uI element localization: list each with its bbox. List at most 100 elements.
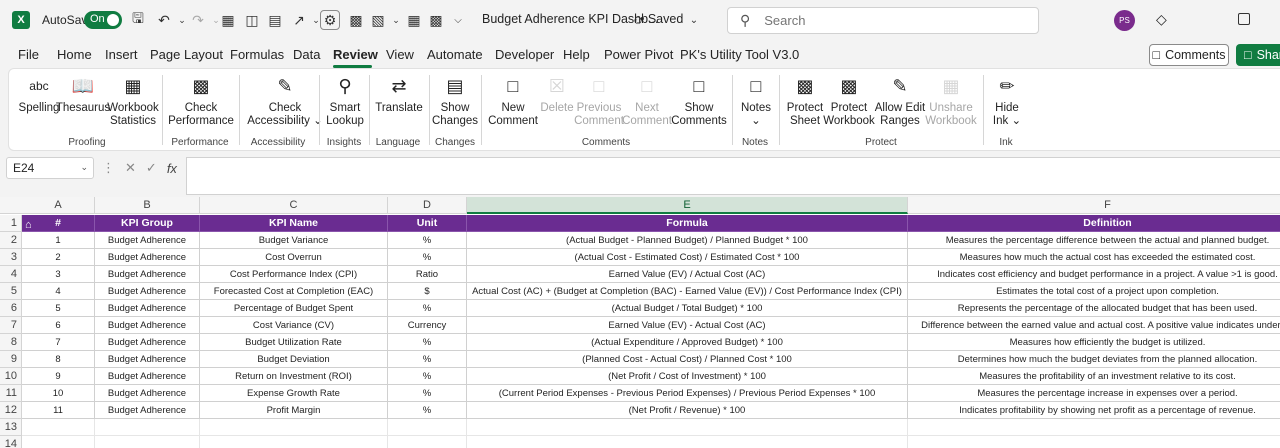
table-cell[interactable] [467, 419, 908, 436]
table-cell[interactable]: % [388, 249, 467, 266]
previous-comment-button[interactable]: □ Previous Comment [574, 73, 624, 128]
search-box[interactable]: ⚲ [727, 7, 1039, 34]
spelling-button[interactable]: abc Spelling [19, 73, 60, 115]
row-header[interactable]: 13 [0, 419, 22, 436]
hide-ink-button[interactable]: ✏ Hide Ink ⌄ [993, 73, 1021, 128]
table-cell[interactable]: 11 [22, 402, 95, 419]
table-cell[interactable]: Measures the percentage difference betwe… [908, 232, 1280, 249]
new-comment-button[interactable]: □ New Comment [488, 73, 538, 128]
table-cell[interactable]: Earned Value (EV) - Actual Cost (AC) [467, 317, 908, 334]
table-cell[interactable] [22, 419, 95, 436]
column-header-f[interactable]: F [908, 197, 1280, 214]
restore-window-icon[interactable] [1238, 13, 1250, 25]
table-cell[interactable]: (Actual Budget - Planned Budget) / Plann… [467, 232, 908, 249]
saved-status[interactable]: • Saved [640, 12, 683, 26]
table-cell[interactable]: Budget Adherence [95, 334, 200, 351]
show-changes-button[interactable]: ▤ Show Changes [432, 73, 478, 128]
calculator-dropdown-icon[interactable]: ⌄ [386, 10, 406, 30]
table-cell[interactable]: Measures how efficiently the budget is u… [908, 334, 1280, 351]
save-icon[interactable]: 🖫 [128, 10, 148, 30]
row-header[interactable]: 10 [0, 368, 22, 385]
table-cell[interactable] [908, 419, 1280, 436]
table-cell[interactable]: 9 [22, 368, 95, 385]
table-cell[interactable]: Budget Adherence [95, 266, 200, 283]
tab-review[interactable]: Review [333, 47, 378, 62]
tab-power-pivot[interactable]: Power Pivot [604, 47, 673, 62]
table-cell[interactable]: 2 [22, 249, 95, 266]
table-cell[interactable]: Budget Deviation [200, 351, 388, 368]
row-header[interactable]: 5 [0, 283, 22, 300]
tab-data[interactable]: Data [293, 47, 320, 62]
table-cell[interactable]: 5 [22, 300, 95, 317]
unshare-workbook-button[interactable]: ▦ Unshare Workbook [925, 73, 977, 128]
column-header-d[interactable]: D [388, 197, 467, 214]
table-cell[interactable]: (Net Profit / Revenue) * 100 [467, 402, 908, 419]
show-comments-button[interactable]: □ Show Comments [671, 73, 727, 128]
table-cell[interactable]: Budget Variance [200, 232, 388, 249]
table-cell[interactable]: Budget Adherence [95, 317, 200, 334]
name-box[interactable]: E24 ⌄ [6, 157, 94, 179]
table-cell[interactable]: (Current Period Expenses - Previous Peri… [467, 385, 908, 402]
table-cell[interactable]: 6 [22, 317, 95, 334]
tab-home[interactable]: Home [57, 47, 92, 62]
row-header[interactable]: 8 [0, 334, 22, 351]
table-cell[interactable]: Ratio [388, 266, 467, 283]
row-header[interactable]: 14 [0, 436, 22, 448]
pivot-icon[interactable]: ▩ [346, 10, 366, 30]
tab-file[interactable]: File [18, 47, 39, 62]
delete-comment-button[interactable]: ☒ Delete [540, 73, 573, 115]
header-cell[interactable]: Definition [908, 215, 1280, 232]
table-cell[interactable]: Budget Adherence [95, 368, 200, 385]
table-cell[interactable]: Measures the percentage increase in expe… [908, 385, 1280, 402]
table-cell[interactable]: 1 [22, 232, 95, 249]
allow-edit-ranges-button[interactable]: ✎ Allow Edit Ranges [875, 73, 926, 128]
tab-view[interactable]: View [386, 47, 414, 62]
spelling-toggle-icon[interactable]: ⚙ [320, 10, 340, 30]
table-cell[interactable]: (Net Profit / Cost of Investment) * 100 [467, 368, 908, 385]
table-cell[interactable]: 10 [22, 385, 95, 402]
column-header-a[interactable]: A [22, 197, 95, 214]
tab-formulas[interactable]: Formulas [230, 47, 284, 62]
tab-automate[interactable]: Automate [427, 47, 483, 62]
column-header-b[interactable]: B [95, 197, 200, 214]
customize-toolbar-icon[interactable]: ⌵ [448, 10, 468, 30]
header-cell[interactable]: # ⌂ [22, 215, 95, 232]
table-cell[interactable]: Measures the profitability of an investm… [908, 368, 1280, 385]
check-performance-button[interactable]: ▩ Check Performance [168, 73, 234, 128]
grid-icon[interactable]: ▦ [404, 10, 424, 30]
protect-workbook-button[interactable]: ▩ Protect Workbook [823, 73, 875, 128]
row-header[interactable]: 3 [0, 249, 22, 266]
next-comment-button[interactable]: □ Next Comment [622, 73, 672, 128]
table-cell[interactable]: (Actual Cost - Estimated Cost) / Estimat… [467, 249, 908, 266]
table-cell[interactable]: Return on Investment (ROI) [200, 368, 388, 385]
autosave-toggle[interactable]: On [84, 11, 122, 29]
table-cell[interactable]: Budget Utilization Rate [200, 334, 388, 351]
premium-diamond-icon[interactable]: ◇ [1156, 11, 1167, 28]
column-header-c[interactable]: C [200, 197, 388, 214]
table-cell[interactable]: (Actual Budget / Total Budget) * 100 [467, 300, 908, 317]
home-icon[interactable]: ⌂ [25, 217, 32, 231]
table-cell[interactable]: Indicates cost efficiency and budget per… [908, 266, 1280, 283]
row-header[interactable]: 11 [0, 385, 22, 402]
table-cell[interactable]: 7 [22, 334, 95, 351]
share-button[interactable]: □ Share [1236, 44, 1280, 66]
table-cell[interactable]: Budget Adherence [95, 300, 200, 317]
table-cell[interactable]: Estimates the total cost of a project up… [908, 283, 1280, 300]
table-cell[interactable]: Difference between the earned value and … [908, 317, 1280, 334]
header-cell[interactable]: Formula [467, 215, 908, 232]
tab-utility-tool[interactable]: PK's Utility Tool V3.0 [680, 47, 799, 62]
table-cell[interactable]: Cost Variance (CV) [200, 317, 388, 334]
table-cell[interactable]: Determines how much the budget deviates … [908, 351, 1280, 368]
header-cell[interactable]: KPI Group [95, 215, 200, 232]
avatar[interactable]: PS [1114, 10, 1135, 31]
name-box-dropdown-icon[interactable]: ⌄ [80, 162, 88, 173]
table-cell[interactable]: Forecasted Cost at Completion (EAC) [200, 283, 388, 300]
smart-lookup-button[interactable]: ⚲ Smart Lookup [326, 73, 364, 128]
tab-help[interactable]: Help [563, 47, 590, 62]
worksheet-grid[interactable]: ABCDEF 1 # ⌂ KPI Group KPI Name Unit Formula De… [0, 197, 1280, 448]
table-cell[interactable]: % [388, 368, 467, 385]
table-cell[interactable] [388, 436, 467, 448]
table-cell[interactable]: (Actual Expenditure / Approved Budget) *… [467, 334, 908, 351]
table-cell[interactable]: Currency [388, 317, 467, 334]
table-cell[interactable]: Measures how much the actual cost has ex… [908, 249, 1280, 266]
